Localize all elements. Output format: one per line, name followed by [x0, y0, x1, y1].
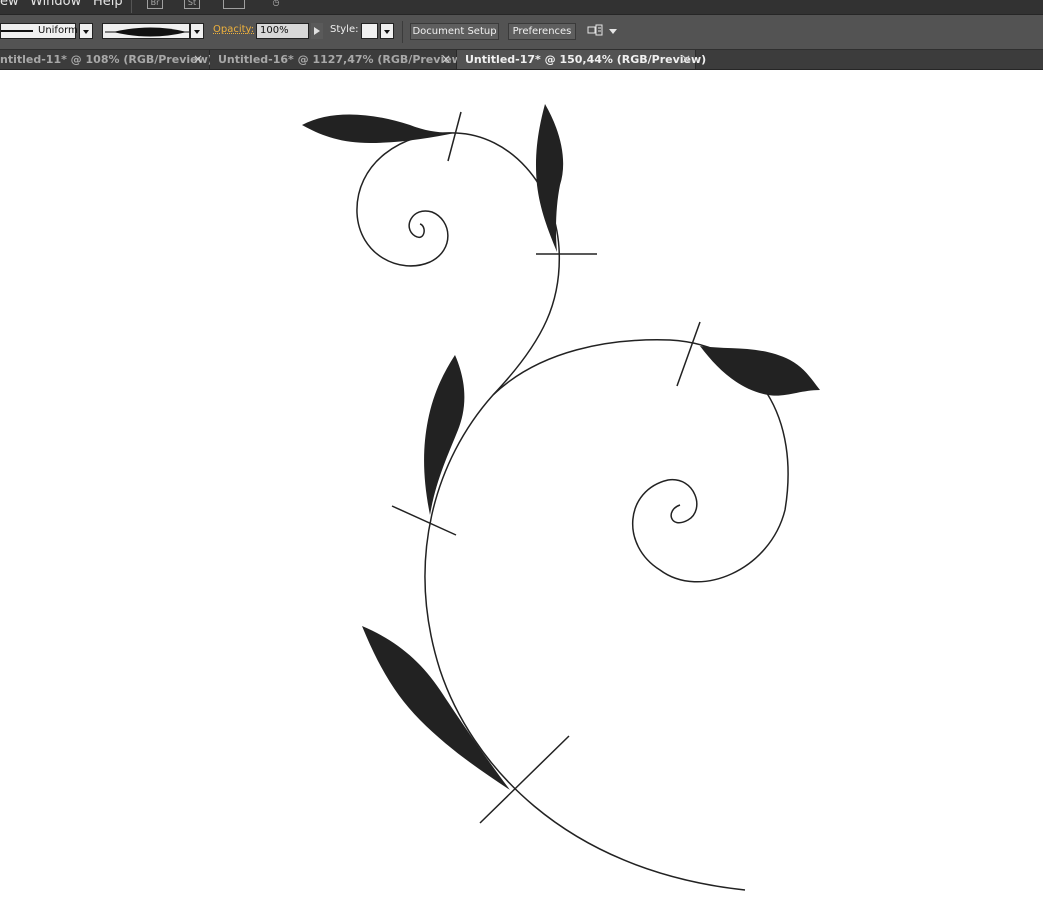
vine-swirl-artwork[interactable]	[0, 70, 1043, 918]
align-panel-icon[interactable]	[587, 24, 605, 38]
leaf-shapes	[302, 104, 820, 790]
document-setup-button[interactable]: Document Setup	[410, 23, 499, 40]
leaf-middle-left	[424, 355, 465, 515]
leaf-bottom-left	[362, 626, 510, 790]
brush-definition-select[interactable]	[102, 23, 190, 39]
tab-title: Untitled-17* @ 150,44% (RGB/Preview)	[465, 53, 707, 66]
close-icon[interactable]: ×	[193, 52, 203, 66]
tab-untitled-16[interactable]: Untitled-16* @ 1127,47% (RGB/Preview) ×	[210, 50, 467, 69]
close-icon[interactable]: ×	[681, 52, 691, 66]
bridge-icon[interactable]: Br	[147, 0, 163, 9]
control-panel: Uniform Opacity: 100% Style: Document Se…	[0, 15, 1043, 50]
menu-view[interactable]: ew	[0, 0, 19, 10]
menu-bar: ew Window Help Br St ◷	[0, 0, 1043, 15]
brush-definition-dropdown-button[interactable]	[190, 23, 204, 39]
stroke-line-preview	[1, 30, 33, 32]
stroke-profile-dropdown-button[interactable]	[79, 23, 93, 39]
gpu-performance-icon[interactable]: ◷	[268, 0, 284, 9]
vine-strokes	[356, 111, 789, 891]
document-tab-bar: ntitled-11* @ 108% (RGB/Preview) × Untit…	[0, 50, 1043, 70]
style-label: Style:	[330, 24, 359, 35]
brush-shape-preview	[105, 27, 189, 37]
opacity-label[interactable]: Opacity:	[213, 24, 254, 35]
graphic-style-dropdown-button[interactable]	[380, 23, 394, 39]
leaf-top-left	[302, 114, 455, 143]
opacity-slider-button[interactable]	[311, 23, 323, 39]
tab-untitled-17[interactable]: Untitled-17* @ 150,44% (RGB/Preview) ×	[457, 50, 706, 69]
chevron-down-icon[interactable]	[609, 29, 617, 34]
tab-title: ntitled-11* @ 108% (RGB/Preview)	[0, 53, 213, 66]
tab-title: Untitled-16* @ 1127,47% (RGB/Preview)	[218, 53, 467, 66]
graphic-style-swatch[interactable]	[361, 23, 378, 39]
tab-untitled-11[interactable]: ntitled-11* @ 108% (RGB/Preview) ×	[0, 50, 213, 69]
menu-window[interactable]: Window	[30, 0, 81, 10]
close-icon[interactable]: ×	[441, 52, 451, 66]
leaf-top-right	[535, 104, 564, 252]
stroke-profile-label: Uniform	[38, 25, 78, 36]
opacity-field[interactable]: 100%	[256, 23, 309, 39]
menu-separator	[131, 0, 132, 13]
preferences-button[interactable]: Preferences	[508, 23, 576, 40]
variable-width-profile-select[interactable]: Uniform	[0, 23, 78, 39]
toolbar-separator	[402, 21, 403, 43]
artboard-canvas[interactable]	[0, 70, 1043, 918]
leaf-right	[700, 346, 820, 396]
menu-help[interactable]: Help	[93, 0, 123, 10]
arrange-documents-icon[interactable]	[223, 0, 245, 9]
stock-icon[interactable]: St	[184, 0, 200, 9]
